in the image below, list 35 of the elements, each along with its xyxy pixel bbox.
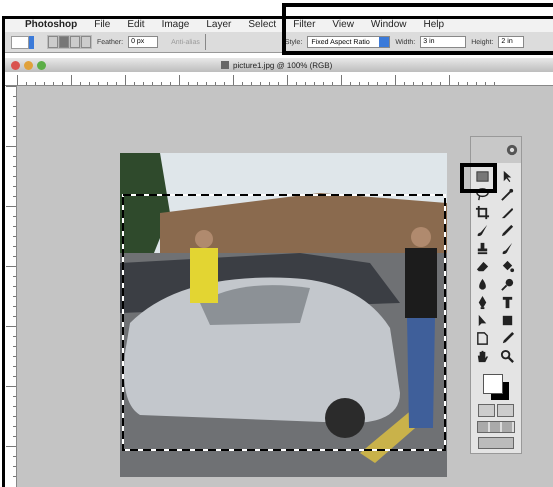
stamp-icon[interactable] bbox=[475, 241, 490, 256]
tool-preset-picker[interactable] bbox=[11, 36, 34, 48]
eye-icon[interactable] bbox=[506, 144, 518, 156]
document-icon bbox=[221, 61, 229, 69]
menu-item[interactable]: Edit bbox=[127, 18, 145, 30]
menu-item[interactable]: Select bbox=[248, 18, 276, 30]
lollipop-icon[interactable] bbox=[500, 277, 515, 292]
hand-icon[interactable] bbox=[475, 349, 490, 364]
quick-mask-button[interactable] bbox=[497, 404, 514, 417]
menu-item[interactable]: Filter bbox=[293, 18, 316, 30]
pencil-icon[interactable] bbox=[500, 223, 515, 238]
note-icon[interactable] bbox=[475, 331, 490, 346]
menu-item[interactable]: Photoshop bbox=[25, 18, 78, 30]
menu-item[interactable]: Layer bbox=[206, 18, 232, 30]
close-button[interactable] bbox=[11, 60, 20, 70]
menu-item[interactable]: View bbox=[332, 18, 354, 30]
square-icon[interactable] bbox=[500, 313, 515, 328]
menu-item[interactable]: Window bbox=[370, 18, 406, 30]
color-swatches[interactable] bbox=[481, 372, 511, 400]
magnifier-icon[interactable] bbox=[500, 349, 515, 364]
marquee-icon[interactable] bbox=[475, 169, 490, 184]
selection-mode-buttons[interactable] bbox=[47, 35, 92, 49]
menu-item[interactable]: Help bbox=[424, 18, 444, 30]
type-icon[interactable] bbox=[500, 295, 515, 310]
highlight-frame bbox=[460, 163, 497, 193]
screen-mode-buttons[interactable] bbox=[477, 421, 515, 433]
bucket-icon[interactable] bbox=[500, 259, 515, 274]
menu-item[interactable]: File bbox=[94, 18, 110, 30]
jump-to-button[interactable] bbox=[478, 437, 514, 449]
menu-item[interactable]: Image bbox=[162, 18, 190, 30]
wand-icon[interactable] bbox=[500, 187, 515, 202]
standard-mode-button[interactable] bbox=[478, 404, 495, 417]
eraser-icon[interactable] bbox=[475, 259, 490, 274]
crop-icon[interactable] bbox=[475, 205, 490, 220]
window-title: picture1.jpg @ 100% (RGB) bbox=[233, 60, 332, 70]
